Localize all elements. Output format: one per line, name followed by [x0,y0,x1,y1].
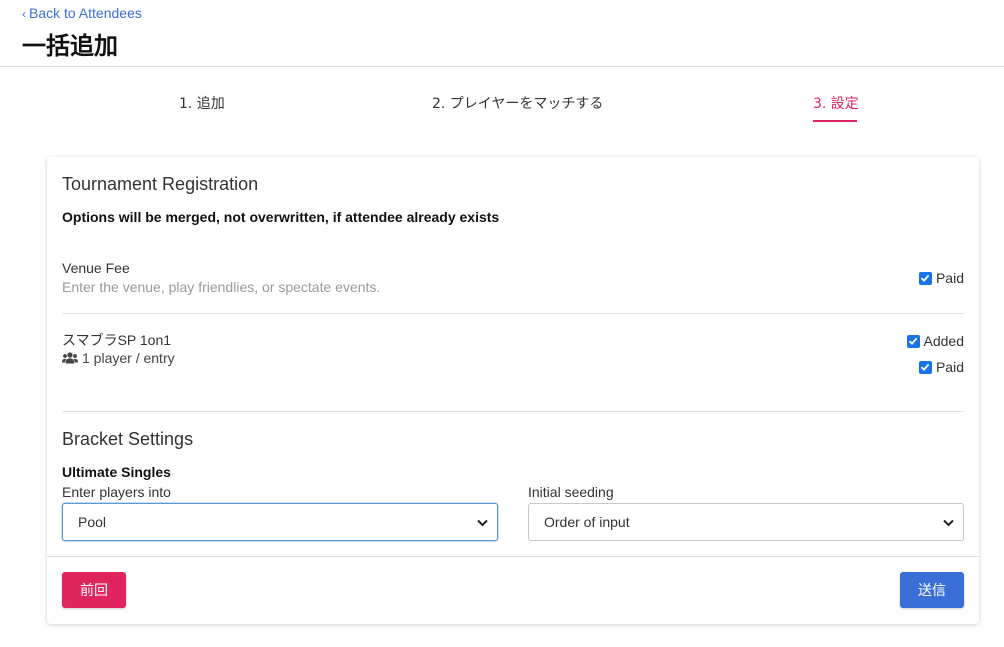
venue-fee-name: Venue Fee [62,260,130,276]
merge-note: Options will be merged, not overwritten,… [62,209,500,225]
back-link-label: Back to Attendees [29,5,142,21]
event-paid-option: Paid [918,359,964,375]
venue-fee-paid-label: Paid [935,270,964,286]
step-add[interactable]: 1. 追加 [179,93,225,113]
users-icon [62,352,78,364]
step-settings[interactable]: 3. 設定 [813,93,859,113]
check-icon [921,274,930,282]
registration-title: Tournament Registration [62,174,259,194]
back-to-attendees-link[interactable]: ‹ Back to Attendees [22,5,142,21]
enter-players-into-value: Pool [78,514,107,530]
chevron-left-icon: ‹ [22,7,26,21]
enter-players-into-select[interactable]: Pool [62,503,498,541]
venue-fee-paid-option: Paid [918,270,964,286]
players-per-entry: 1 player / entry [62,350,175,366]
event-name: スマブラSP 1on1 [62,332,172,348]
venue-fee-paid-checkbox[interactable] [918,271,932,285]
enter-players-into-label: Enter players into [62,484,171,500]
settings-card: Tournament Registration Options will be … [47,157,979,624]
bracket-name: Ultimate Singles [62,464,171,480]
venue-fee-description: Enter the venue, play friendlies, or spe… [62,279,381,295]
event-added-checkbox[interactable] [906,334,920,348]
previous-button[interactable]: 前回 [62,572,126,608]
event-paid-checkbox[interactable] [918,360,932,374]
step-match-players[interactable]: 2. プレイヤーをマッチする [432,93,603,113]
bracket-settings-title: Bracket Settings [62,429,194,449]
chevron-down-icon [943,514,954,530]
divider [62,411,964,412]
players-per-entry-text: 1 player / entry [82,350,175,366]
event-added-option: Added [906,333,964,349]
page-title: 一括追加 [22,32,118,60]
check-icon [921,363,930,371]
initial-seeding-value: Order of input [544,514,630,530]
check-icon [908,337,918,345]
chevron-down-icon [477,514,488,530]
initial-seeding-label: Initial seeding [528,484,614,500]
stepper: 1. 追加 2. プレイヤーをマッチする 3. 設定 [0,66,1004,126]
initial-seeding-select[interactable]: Order of input [528,503,964,541]
submit-button[interactable]: 送信 [900,572,964,608]
event-paid-label: Paid [935,359,964,375]
active-step-indicator [813,120,857,122]
divider [62,313,964,314]
footer-divider [47,556,979,557]
event-added-label: Added [923,333,964,349]
